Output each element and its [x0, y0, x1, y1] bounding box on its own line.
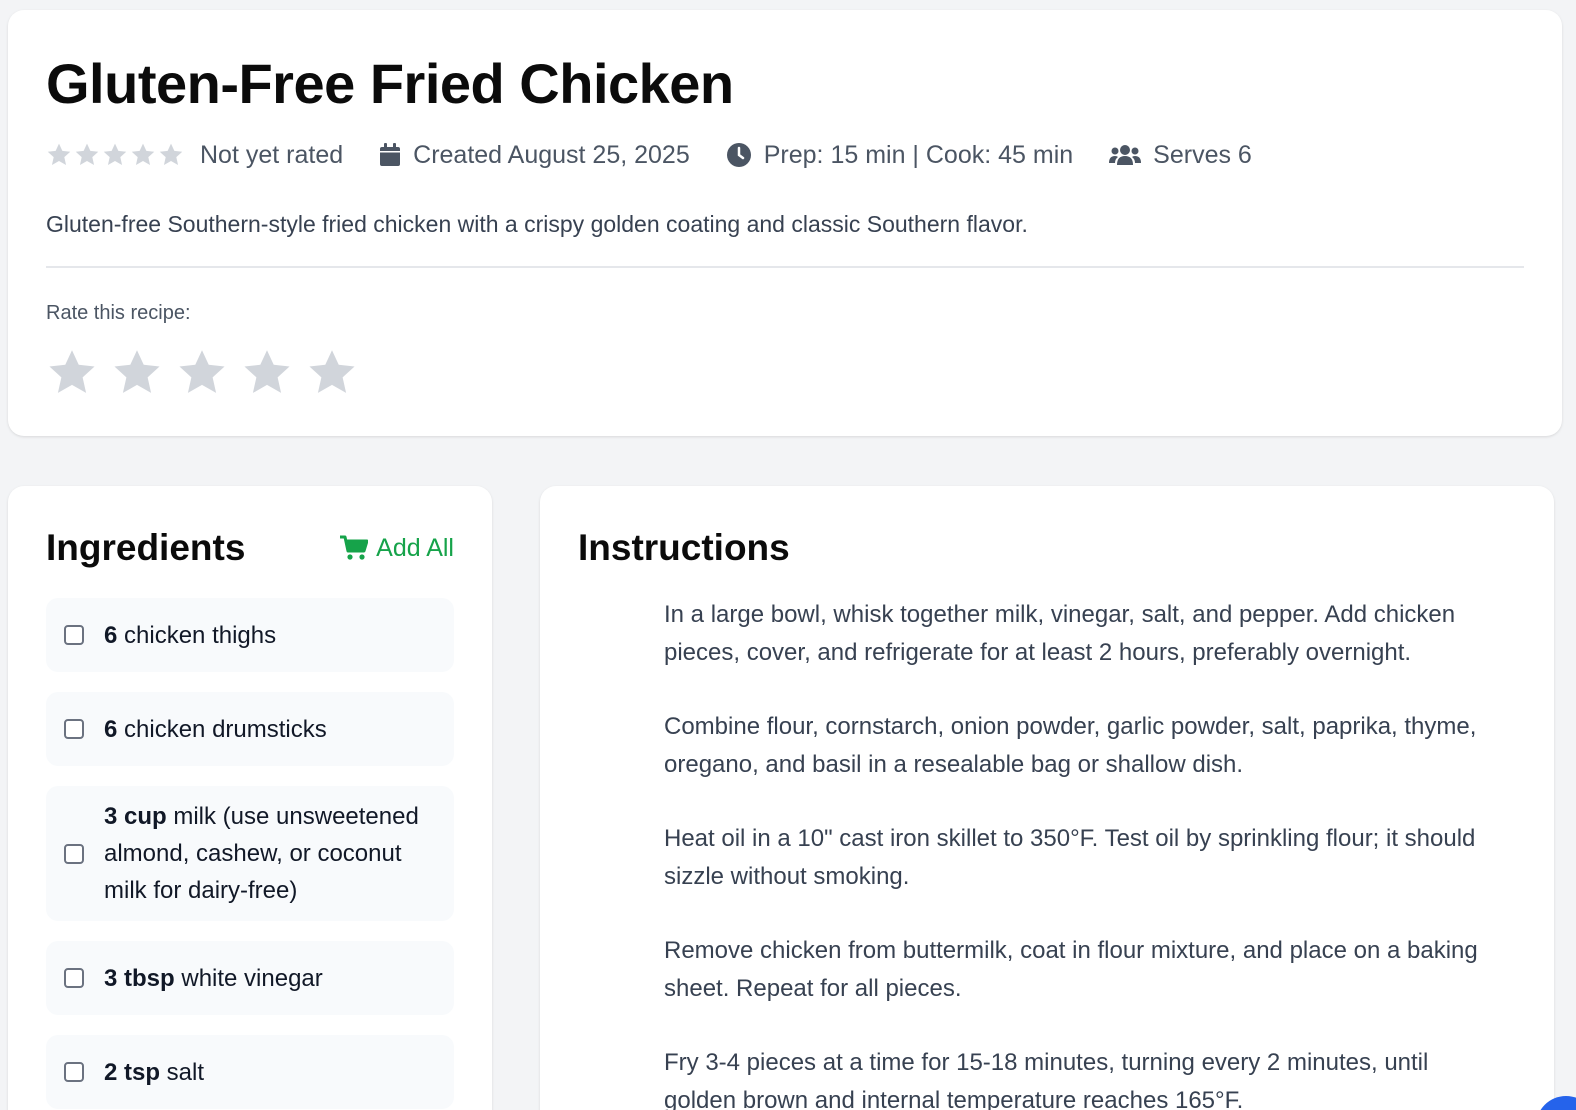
- servings: Serves 6: [1109, 141, 1252, 170]
- users-icon: [1109, 143, 1142, 167]
- ingredient-name: chicken thighs: [117, 621, 277, 649]
- ingredient-checkbox[interactable]: [64, 625, 84, 645]
- time-text: Prep: 15 min | Cook: 45 min: [763, 140, 1074, 169]
- add-all-label: Add All: [376, 533, 454, 562]
- ingredient-text: 3 tbsp white vinegar: [104, 960, 323, 997]
- rate-star-3[interactable]: [176, 347, 228, 399]
- ingredient-list: 6 chicken thighs 6 chicken drumsticks 3 cu…: [46, 598, 454, 1109]
- rate-star-1[interactable]: [46, 347, 98, 399]
- cart-icon: [340, 535, 369, 561]
- recipe-title: Gluten-Free Fried Chicken: [46, 52, 734, 115]
- calendar-icon: [379, 143, 401, 167]
- ingredient-quantity: 6: [104, 621, 118, 649]
- ingredient-item[interactable]: 2 tsp salt: [46, 1035, 454, 1109]
- ingredient-text: 6 chicken thighs: [104, 617, 276, 654]
- ingredient-item[interactable]: 6 chicken drumsticks: [46, 692, 454, 766]
- ingredient-checkbox[interactable]: [64, 843, 84, 864]
- star-icon: [46, 142, 74, 168]
- ingredient-name: salt: [160, 1058, 205, 1086]
- ingredient-quantity: 3 tbsp: [104, 964, 175, 992]
- ingredient-quantity: 2 tsp: [104, 1058, 161, 1086]
- rating-summary: Not yet rated: [46, 141, 343, 170]
- ingredient-text: 6 chicken drumsticks: [104, 711, 327, 748]
- ingredient-checkbox[interactable]: [64, 719, 84, 739]
- prep-cook-time: Prep: 15 min | Cook: 45 min: [726, 141, 1073, 170]
- instructions-card: Instructions In a large bowl, whisk toge…: [540, 486, 1554, 1110]
- created-text: Created August 25, 2025: [413, 140, 690, 169]
- ingredient-text: 3 cup milk (use unsweetened almond, cash…: [104, 798, 436, 909]
- ingredient-item[interactable]: 3 cup milk (use unsweetened almond, cash…: [46, 786, 454, 921]
- star-icon: [74, 142, 102, 168]
- ingredient-name: chicken drumsticks: [117, 715, 327, 743]
- ingredient-item[interactable]: 6 chicken thighs: [46, 598, 454, 672]
- instructions-header: Instructions: [578, 526, 1516, 570]
- instructions-title: Instructions: [578, 527, 790, 568]
- recipe-page: Gluten-Free Fried Chicken Not yet rated …: [0, 0, 1576, 1110]
- rate-star-4[interactable]: [241, 347, 293, 399]
- recipe-header-card: Gluten-Free Fried Chicken Not yet rated …: [8, 10, 1562, 436]
- rate-label: Rate this recipe:: [46, 302, 191, 325]
- rating-text: Not yet rated: [200, 140, 344, 169]
- instruction-step: Heat oil in a 10" cast iron skillet to 3…: [664, 825, 1476, 890]
- recipe-meta: Not yet rated Created August 25, 2025 Pr…: [46, 137, 1524, 173]
- serves-text: Serves 6: [1153, 140, 1252, 169]
- star-icon: [102, 142, 130, 168]
- ingredient-quantity: 6: [104, 715, 118, 743]
- recipe-description: Gluten-free Southern-style fried chicken…: [46, 211, 1028, 238]
- ingredient-name: white vinegar: [174, 964, 323, 992]
- ingredient-checkbox[interactable]: [64, 968, 84, 988]
- star-icon: [158, 142, 186, 168]
- ingredient-quantity: 3 cup: [104, 803, 167, 830]
- ingredients-title: Ingredients: [46, 527, 246, 568]
- ingredients-card: Ingredients Add All 6 chicken thighs 6 ch…: [8, 486, 492, 1110]
- rate-stars: [46, 347, 1524, 399]
- instruction-step: Combine flour, cornstarch, onion powder,…: [664, 713, 1477, 778]
- ingredient-checkbox[interactable]: [64, 1062, 84, 1082]
- instruction-step: Fry 3-4 pieces at a time for 15-18 minut…: [664, 1049, 1429, 1110]
- add-all-button[interactable]: Add All: [340, 534, 454, 563]
- instruction-list: In a large bowl, whisk together milk, vi…: [578, 596, 1516, 1110]
- star-icon: [130, 142, 158, 168]
- divider: [46, 266, 1524, 269]
- rate-star-2[interactable]: [111, 347, 163, 399]
- instruction-step: Remove chicken from buttermilk, coat in …: [664, 937, 1478, 1002]
- created-date: Created August 25, 2025: [379, 141, 690, 170]
- ingredient-text: 2 tsp salt: [104, 1054, 204, 1091]
- rate-star-5[interactable]: [306, 347, 358, 399]
- clock-icon: [726, 142, 752, 168]
- ingredient-item[interactable]: 3 tbsp white vinegar: [46, 941, 454, 1015]
- rating-stars-display: [46, 142, 186, 168]
- ingredients-header: Ingredients Add All: [46, 526, 454, 570]
- instruction-step: In a large bowl, whisk together milk, vi…: [664, 601, 1456, 666]
